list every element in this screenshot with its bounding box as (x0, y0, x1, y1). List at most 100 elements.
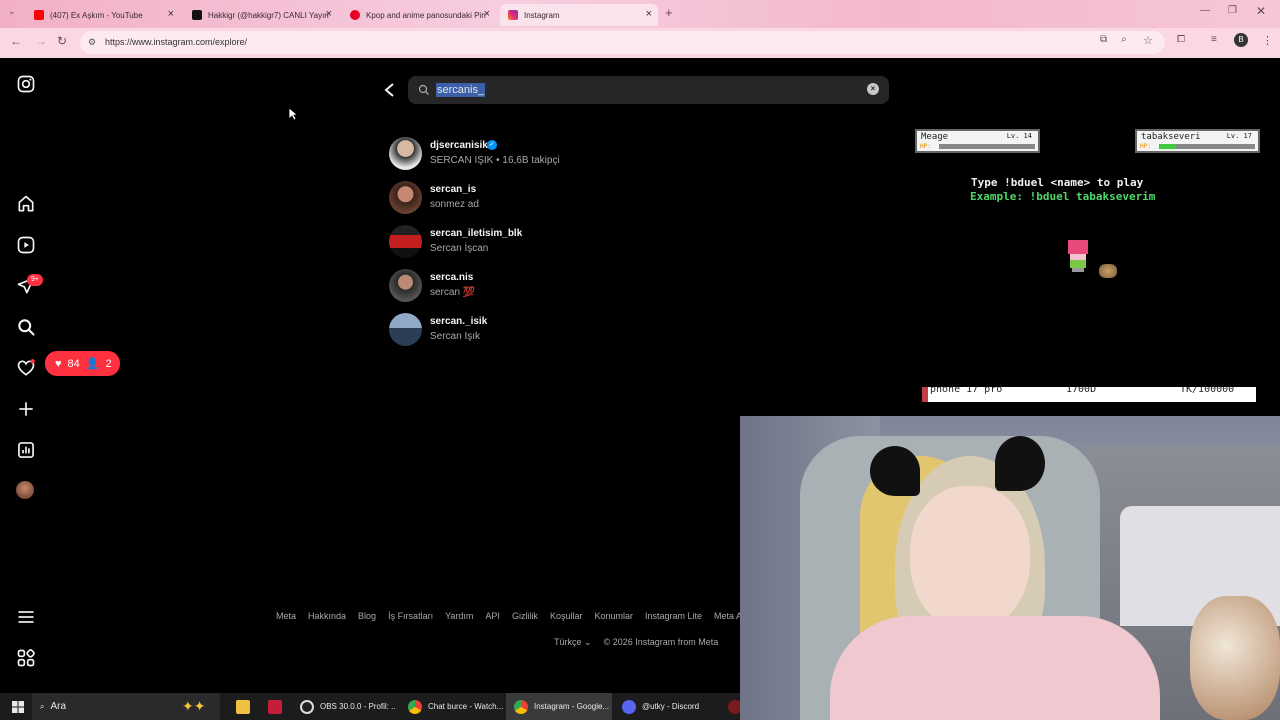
result-avatar (389, 225, 422, 258)
footer-link[interactable]: Konumlar (594, 611, 633, 621)
restore-icon[interactable]: ❐ (1228, 5, 1237, 16)
taskbar-search[interactable]: ⌕ Ara ✦✦ (32, 693, 220, 720)
footer-link[interactable]: Gizlilik (512, 611, 538, 621)
result-subtitle: SERCAN IŞIK • 16,6B takipçi (430, 155, 560, 166)
tray-app-button[interactable] (720, 693, 740, 720)
notification-popup[interactable]: ♥ 84 👤 2 (45, 351, 120, 376)
forward-icon[interactable]: → (35, 34, 47, 48)
tab-label: Hakkigr (@hakkigr7) CANLI Yayın (208, 10, 329, 20)
extensions-icon[interactable]: ⧠ (1177, 34, 1185, 45)
minimize-icon[interactable]: — (1200, 5, 1210, 16)
start-button[interactable] (4, 693, 28, 720)
search-nav-icon[interactable] (16, 317, 36, 337)
footer-link[interactable]: API (485, 611, 500, 621)
result-username: serca.nis (430, 272, 474, 283)
folder-icon (236, 699, 250, 714)
profile-avatar[interactable]: B (1234, 33, 1248, 47)
back-arrow-icon[interactable] (383, 82, 397, 98)
player1-hp-track (939, 144, 1035, 149)
footer-link[interactable]: Hakkında (308, 611, 346, 621)
dashboard-icon[interactable] (16, 440, 36, 460)
also-from-meta-icon[interactable] (16, 648, 36, 668)
notifications-heart-icon[interactable] (16, 358, 36, 378)
webcam-feed (740, 416, 1280, 720)
app-button[interactable] (260, 693, 288, 720)
messages-badge: 9+ (27, 274, 43, 286)
prize-goal: TK/100000 (1180, 387, 1235, 395)
result-subtitle: sercan 💯 (430, 287, 476, 298)
url-text: https://www.instagram.com/explore/ (105, 37, 248, 47)
language-select[interactable]: Türkçe ⌄ (554, 637, 592, 648)
tab-search-icon[interactable]: ⌄ (8, 6, 16, 17)
tab-youtube[interactable]: (407) Ex Aşkım - YouTube × (26, 4, 180, 26)
prize-banner: phone 17 pro 1700D TK/100000 (922, 387, 1256, 402)
close-tab-icon[interactable]: × (646, 8, 652, 20)
prize-value: 1700D (1066, 387, 1097, 395)
result-item[interactable]: sercan._isik Sercan Işık (389, 313, 689, 347)
clear-search-icon[interactable]: × (867, 83, 879, 95)
game-character (1066, 240, 1090, 272)
footer-link[interactable]: Yardım (445, 611, 473, 621)
close-tab-icon[interactable]: × (168, 8, 174, 20)
mouse-cursor-icon (288, 107, 298, 121)
profile-avatar[interactable] (16, 481, 34, 499)
footer-link[interactable]: Blog (358, 611, 376, 621)
result-username: sercan_is (430, 184, 477, 195)
file-explorer-button[interactable] (228, 693, 256, 720)
install-icon[interactable]: ⧉ (1100, 34, 1107, 45)
player2-hp-fill (1159, 144, 1176, 149)
sparkle-icon: ✦✦ (182, 698, 206, 714)
instagram-logo-icon[interactable] (16, 74, 36, 94)
zoom-icon[interactable]: ⌕ (1121, 34, 1127, 45)
tiktok-icon (192, 10, 202, 20)
home-icon[interactable] (16, 194, 36, 214)
player1-card: Meage Lv. 14 HP: (915, 129, 1040, 153)
result-avatar (389, 181, 422, 214)
copyright-text: © 2026 Instagram from Meta (603, 637, 719, 647)
footer-link[interactable]: Koşullar (550, 611, 583, 621)
search-input[interactable]: sercanis_ × (408, 76, 889, 104)
search-icon: ⌕ (40, 701, 45, 711)
footer-link[interactable]: İş Fırsatları (388, 611, 433, 621)
taskbar-item-label: Chat burce - Watch... (428, 702, 504, 711)
taskbar-item-label: OBS 30.0.0 - Profil: ... (320, 702, 396, 711)
taskbar-item-discord[interactable]: @utky - Discord (614, 693, 718, 720)
duel-example: Example: !bduel tabakseverim (970, 190, 1156, 203)
close-window-icon[interactable]: ✕ (1256, 4, 1266, 18)
menu-icon[interactable]: ⋮ (1262, 34, 1273, 47)
back-icon[interactable]: ← (10, 34, 22, 48)
browser-chrome: ⌄ (407) Ex Aşkım - YouTube × Hakkigr (@h… (0, 0, 1280, 58)
footer-bottom: Türkçe ⌄ © 2026 Instagram from Meta (554, 637, 718, 648)
tab-label: Kpop and anime panosundaki Pin (366, 10, 486, 20)
footer-link[interactable]: Meta (276, 611, 296, 621)
result-item[interactable]: djsercanisik ✓ SERCAN IŞIK • 16,6B takip… (389, 137, 689, 171)
language-label: Türkçe (554, 637, 582, 647)
result-item[interactable]: sercan_is sonmez ad (389, 181, 689, 215)
result-item[interactable]: sercan_iletisim_blk Sercan İşcan (389, 225, 689, 259)
close-tab-icon[interactable]: × (326, 8, 332, 20)
more-menu-icon[interactable] (16, 607, 36, 627)
taskbar-item-obs[interactable]: OBS 30.0.0 - Profil: ... (292, 693, 396, 720)
close-tab-icon[interactable]: × (484, 8, 490, 20)
create-plus-icon[interactable] (16, 399, 36, 419)
tab-kick[interactable]: Hakkigr (@hakkigr7) CANLI Yayın × (184, 4, 338, 26)
site-info-icon[interactable]: ⚙ (88, 31, 96, 54)
reload-icon[interactable]: ↻ (57, 34, 67, 48)
bookmark-star-icon[interactable]: ☆ (1143, 34, 1153, 47)
taskbar-item-chrome-instagram[interactable]: Instagram - Google... (506, 693, 612, 720)
new-tab-icon[interactable]: + (665, 5, 673, 20)
player1-hp-label: HP: (920, 143, 931, 150)
tab-instagram[interactable]: Instagram × (500, 4, 658, 26)
media-icon[interactable]: ≡ (1211, 34, 1217, 45)
reels-icon[interactable] (16, 235, 36, 255)
taskbar-item-chrome-chat[interactable]: Chat burce - Watch... (400, 693, 504, 720)
tab-pinterest[interactable]: Kpop and anime panosundaki Pin × (342, 4, 496, 26)
footer-link[interactable]: Instagram Lite (645, 611, 702, 621)
youtube-icon (34, 10, 44, 20)
pinterest-icon (350, 10, 360, 20)
taskbar-item-label: @utky - Discord (642, 702, 700, 711)
url-bar[interactable]: ⚙ https://www.instagram.com/explore/ (80, 31, 1165, 54)
windows-taskbar: ⌕ Ara ✦✦ OBS 30.0.0 - Profil: ... Chat b… (0, 693, 740, 720)
result-username: djsercanisik (430, 140, 488, 151)
result-item[interactable]: serca.nis sercan 💯 (389, 269, 689, 303)
